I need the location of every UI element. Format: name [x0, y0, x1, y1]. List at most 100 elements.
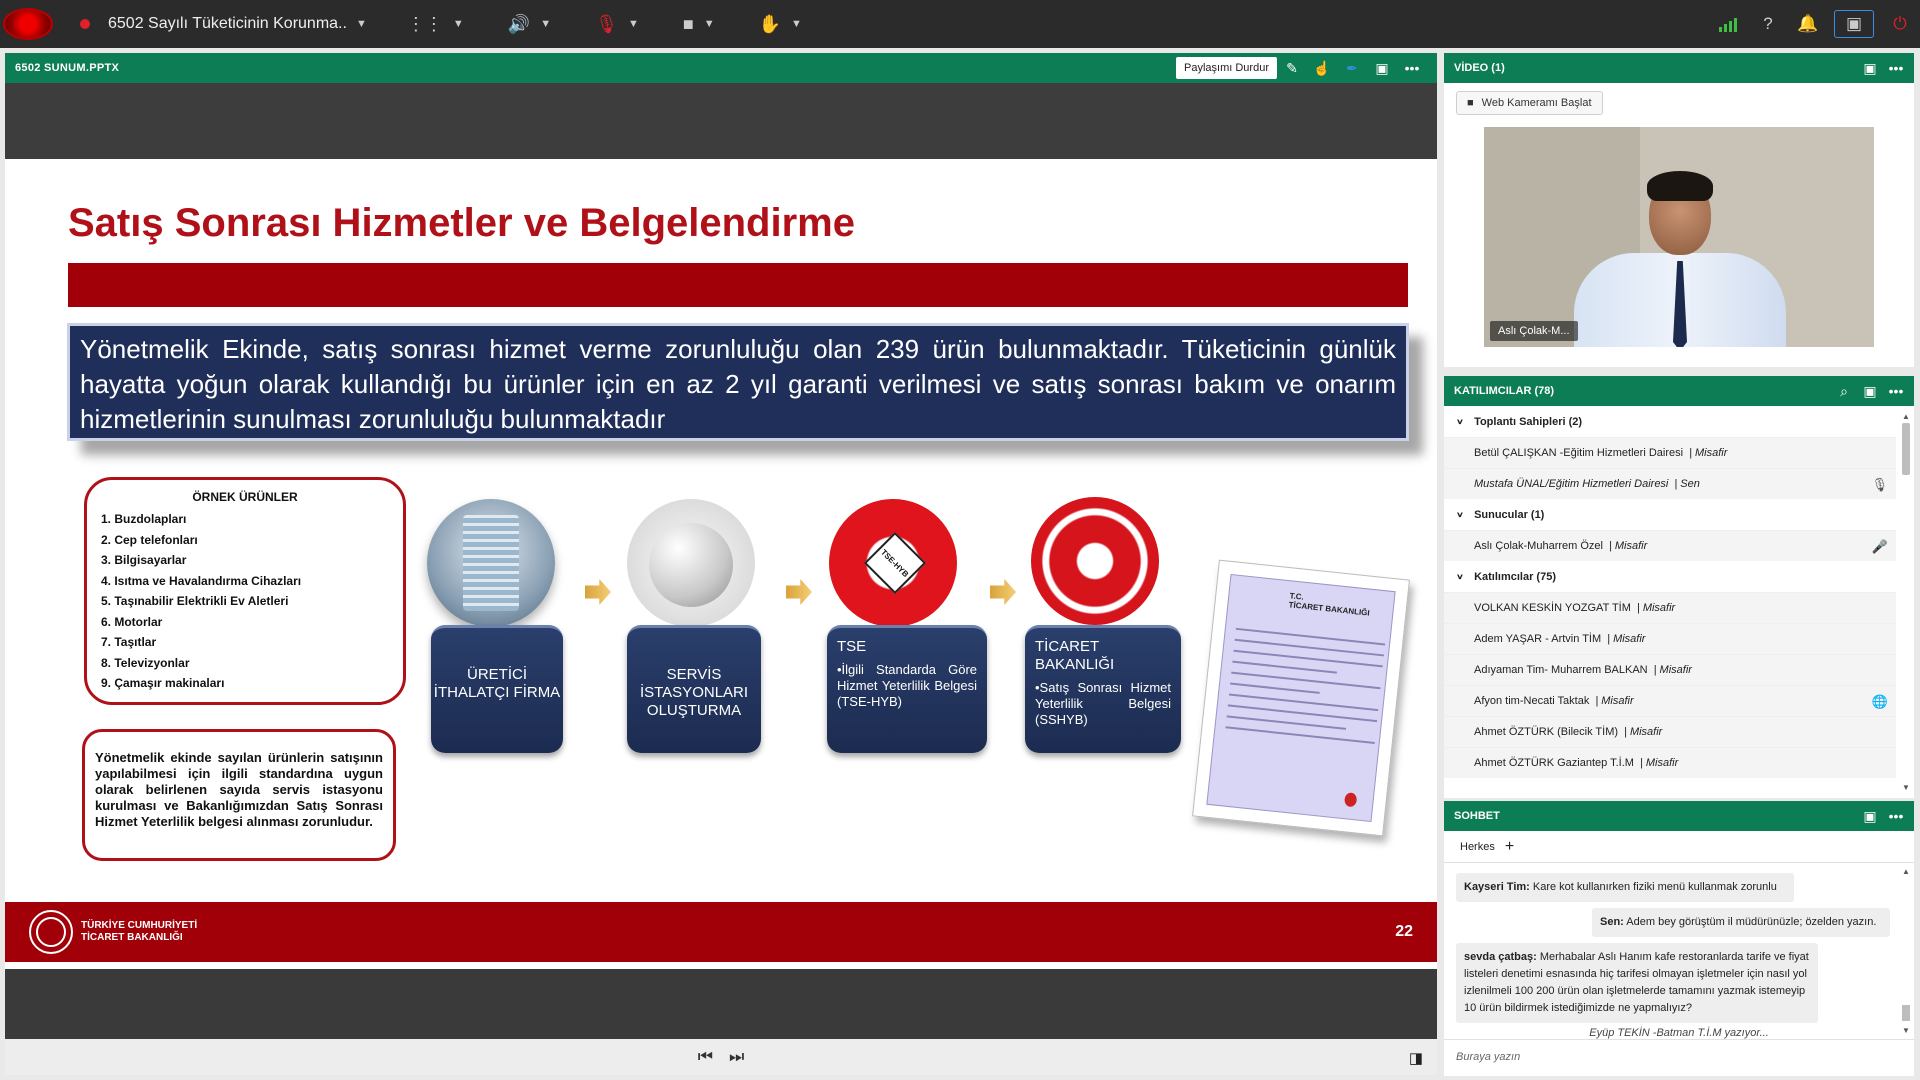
help-icon[interactable]: ? [1748, 14, 1788, 34]
regulation-note-box: Yönetmelik ekinde sayılan ürünlerin satı… [82, 729, 396, 861]
microphone-muted-icon: 🎙 [1871, 477, 1888, 492]
slide-title: Satış Sonrası Hizmetler ve Belgelendirme [68, 201, 855, 245]
start-webcam-label: Web Kameramı Başlat [1481, 97, 1592, 109]
chat-message-text: Kare kot kullanırken fiziki menü kullanm… [1532, 881, 1777, 893]
participant-row[interactable]: Betül ÇALIŞKAN -Eğitim Hizmetleri Daires… [1444, 437, 1896, 468]
recording-dot [80, 19, 90, 29]
participant-row[interactable]: Aslı Çolak-Muharrem Özel | Misafir 🎤 [1444, 530, 1896, 561]
ministry-name-line: TÜRKİYE CUMHURİYETİ [81, 920, 198, 931]
chat-message-sender: Kayseri Tim: [1464, 881, 1530, 893]
group-presenters[interactable]: ∨ Sunucular (1) [1444, 499, 1914, 530]
chat-pod: SOHBET ▣ ••• Herkes + Kayseri Tim: Kare … [1444, 801, 1914, 1076]
participant-row[interactable]: Adem YAŞAR - Artvin TİM | Misafir [1444, 623, 1896, 654]
group-hosts-label: Toplantı Sahipleri (2) [1474, 415, 1583, 428]
participant-row[interactable]: VOLKAN KESKİN YOZGAT TİM | Misafir [1444, 592, 1896, 623]
building-image [427, 499, 555, 627]
list-item: 5. Taşınabilir Elektrikli Ev Aletleri [101, 594, 289, 608]
scrollbar-thumb[interactable] [1902, 423, 1910, 475]
participant-row[interactable]: Adıyaman Tim- Muharrem BALKAN | Misafir [1444, 654, 1896, 685]
apps-menu[interactable]: ⋮⋮ ▼ [407, 14, 464, 35]
participants-scrollbar[interactable]: ▲ ▼ [1900, 412, 1912, 792]
stop-sharing-button[interactable]: Paylaşımı Durdur [1176, 57, 1277, 79]
slide-title-bar [68, 263, 1408, 307]
group-attendees-label: Katılımcılar (75) [1474, 570, 1556, 583]
start-webcam-button[interactable]: ■ Web Kameramı Başlat [1456, 91, 1603, 115]
scroll-down-icon[interactable]: ▼ [1900, 1026, 1912, 1035]
maximize-icon[interactable]: ▣ [1862, 60, 1878, 77]
presentation-slide: Satış Sonrası Hizmetler ve Belgelendirme… [5, 159, 1437, 969]
chevron-down-icon: ∨ [1456, 417, 1465, 427]
service-people-image [627, 499, 755, 627]
video-pod-header: VİDEO (1) ▣ ••• [1444, 53, 1914, 83]
person-hair [1647, 171, 1713, 201]
more-options-icon[interactable]: ••• [1888, 808, 1904, 824]
video-participant-label: Aslı Çolak-M... [1490, 321, 1578, 341]
connect-logo [0, 0, 56, 48]
participant-role: | Misafir [1653, 664, 1692, 676]
chevron-down-icon: ▼ [703, 18, 715, 30]
participant-video[interactable]: Aslı Çolak-M... [1484, 127, 1874, 347]
raise-hand-menu[interactable]: ✋ ▼ [759, 14, 802, 35]
stage-ministry-box: TİCARET BAKANLIĞI •Satış Sonrası Hizmet … [1025, 625, 1181, 753]
power-icon[interactable]: ⏻ [1880, 14, 1920, 34]
share-pod-title: 6502 SUNUM.PPTX [15, 62, 120, 74]
sample-products-title: ÖRNEK ÜRÜNLER [192, 490, 298, 504]
notification-bell-icon[interactable]: 🔔 [1788, 14, 1828, 34]
flow-arrow-icon [585, 579, 611, 605]
stage-service-label: SERVİS İSTASYONLARI OLUŞTURMA [639, 666, 749, 719]
search-icon[interactable]: ⌕ [1836, 383, 1852, 400]
participant-role: | Misafir [1607, 633, 1646, 645]
signal-icon[interactable] [1708, 16, 1748, 32]
flow-arrow-icon [990, 579, 1016, 605]
participants-pod: KATILIMCILAR (78) ⌕ ▣ ••• ∨ Toplantı Sahi… [1444, 376, 1914, 798]
camera-menu[interactable]: ■ ▼ [683, 14, 715, 35]
participant-row[interactable]: Ahmet ÖZTÜRK Gaziantep T.İ.M | Misafir [1444, 747, 1896, 778]
ministry-seal-image [1031, 497, 1159, 625]
add-chat-tab-icon[interactable]: + [1505, 838, 1514, 856]
more-options-icon[interactable]: ••• [1397, 60, 1427, 76]
sample-products-box: ÖRNEK ÜRÜNLER 1. Buzdolapları 2. Cep tel… [84, 477, 406, 705]
participant-name: Adem YAŞAR - Artvin TİM [1474, 633, 1602, 645]
group-hosts[interactable]: ∨ Toplantı Sahipleri (2) [1444, 406, 1914, 437]
share-pod: 6502 SUNUM.PPTX Paylaşımı Durdur ✎ ☝ ✒ ▣… [5, 53, 1437, 1075]
maximize-icon[interactable]: ▣ [1862, 808, 1878, 825]
chevron-down-icon: ∨ [1456, 510, 1465, 520]
scroll-up-icon[interactable]: ▲ [1900, 412, 1912, 421]
next-slide-icon[interactable]: ⏭ [729, 1047, 744, 1067]
chat-scrollbar[interactable]: ▲ ▼ [1900, 867, 1912, 1035]
fullscreen-icon[interactable]: ▣ [1834, 10, 1874, 38]
more-options-icon[interactable]: ••• [1888, 60, 1904, 76]
group-attendees[interactable]: ∨ Katılımcılar (75) [1444, 561, 1914, 592]
participant-name: VOLKAN KESKİN YOZGAT TİM [1474, 602, 1631, 614]
scrollbar-thumb[interactable] [1902, 1005, 1910, 1021]
speaker-menu[interactable]: 🔊 ▼ [508, 14, 551, 35]
scroll-up-icon[interactable]: ▲ [1900, 867, 1912, 876]
participant-role: | Misafir [1689, 447, 1728, 459]
flow-arrow-icon [786, 579, 812, 605]
chat-input[interactable]: Buraya yazın [1444, 1039, 1914, 1074]
microphone-menu[interactable]: 🎙 ▼ [595, 14, 639, 35]
pointer-hand-icon[interactable]: ☝ [1307, 60, 1337, 77]
participant-row[interactable]: Mustafa ÜNAL/Eğitim Hizmetleri Dairesi | … [1444, 468, 1896, 499]
maximize-icon[interactable]: ▣ [1862, 383, 1878, 400]
tab-everyone[interactable]: Herkes [1460, 841, 1495, 853]
chevron-down-icon[interactable]: ▼ [356, 18, 367, 30]
sidebar-toggle-icon[interactable]: ◨ [1409, 1049, 1423, 1067]
more-options-icon[interactable]: ••• [1888, 383, 1904, 399]
pen-icon[interactable]: ✎ [1277, 60, 1307, 77]
slide-page-number: 22 [1395, 923, 1413, 940]
meeting-title[interactable]: 6502 Sayılı Tüketicinin Korunma... [108, 15, 348, 33]
chat-message: Kayseri Tim: Kare kot kullanırken fiziki… [1456, 873, 1794, 902]
participant-name: Aslı Çolak-Muharrem Özel [1474, 540, 1603, 552]
list-item: 9. Çamaşır makinaları [101, 676, 225, 690]
maximize-icon[interactable]: ▣ [1367, 60, 1397, 77]
scroll-down-icon[interactable]: ▼ [1900, 783, 1912, 792]
chevron-down-icon: ∨ [1456, 572, 1465, 582]
participant-row[interactable]: Ahmet ÖZTÜRK (Bilecik TİM) | Misafir [1444, 716, 1896, 747]
slide-navigation-bar: ⏮ ⏭ ◨ [5, 1039, 1437, 1075]
draw-tool-icon[interactable]: ✒ [1337, 60, 1367, 77]
previous-slide-icon[interactable]: ⏮ [698, 1047, 713, 1067]
ministry-name-line: TİCARET BAKANLIĞI [81, 932, 183, 943]
list-item: 4. Isıtma ve Havalandırma Cihazları [101, 573, 302, 588]
participant-row[interactable]: Afyon tim-Necati Taktak | Misafir 🌐 [1444, 685, 1896, 716]
